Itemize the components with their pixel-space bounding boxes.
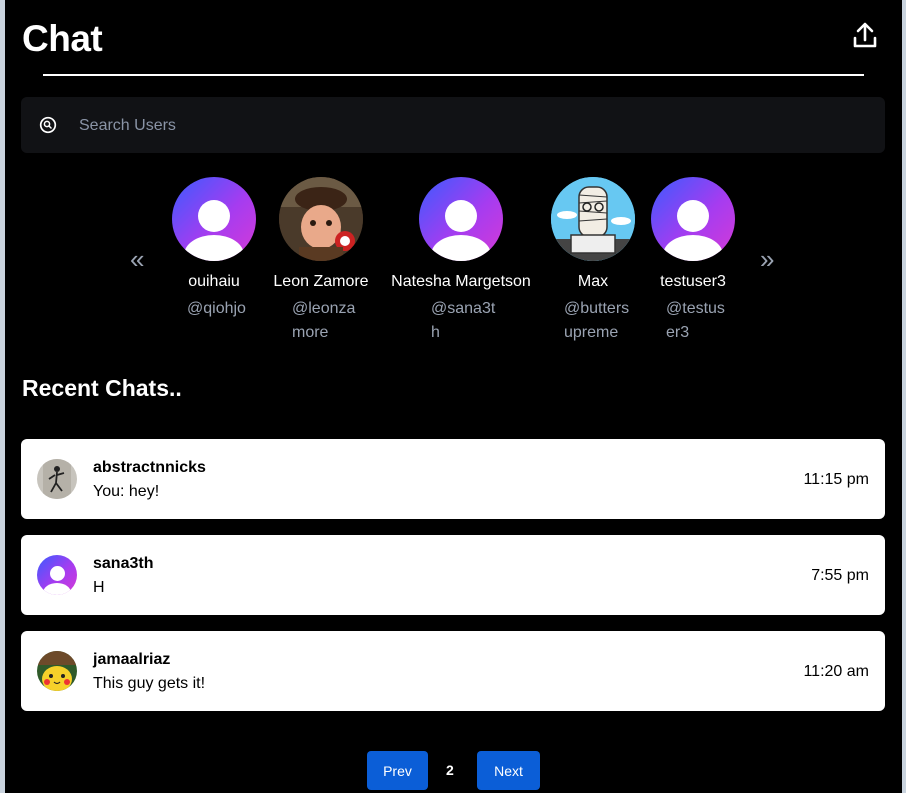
user-card[interactable]: Leon Zamore @leonzamore <box>273 177 369 345</box>
window-edge-right <box>902 0 906 793</box>
window-edge-left <box>0 0 5 793</box>
user-handle: @buttersupreme <box>564 300 630 341</box>
chat-row[interactable]: jamaalriaz This guy gets it! 11:20 am <box>21 631 885 711</box>
user-name: Leon Zamore <box>273 273 369 290</box>
chat-last-message: H <box>93 579 105 596</box>
recent-chats-title: Recent Chats.. <box>22 375 182 401</box>
user-card[interactable]: Max @buttersupreme <box>551 177 635 345</box>
carousel-next-icon[interactable]: » <box>760 246 774 272</box>
search-input[interactable] <box>77 97 861 155</box>
page-title: Chat <box>22 18 103 59</box>
chat-time: 11:20 am <box>803 663 869 680</box>
default-avatar-icon <box>651 177 735 261</box>
user-card[interactable]: testuser3 @testuser3 <box>651 177 735 345</box>
user-name: testuser3 <box>660 273 726 290</box>
user-handle: @leonzamore <box>292 300 356 341</box>
user-name: ouihaiu <box>188 273 240 290</box>
prev-page-button[interactable]: Prev <box>367 751 428 790</box>
chat-last-message: This guy gets it! <box>93 675 206 692</box>
chat-pikachu-avatar <box>37 651 77 691</box>
header: Chat <box>22 16 884 76</box>
search-bar <box>21 97 885 155</box>
user-card[interactable]: Natesha Margetson @sana3th <box>391 177 531 345</box>
upload-icon[interactable] <box>850 20 880 50</box>
user-handle: @qiohjo <box>187 300 246 317</box>
default-avatar-icon <box>37 555 77 595</box>
chat-time: 11:15 pm <box>803 471 869 488</box>
default-avatar-icon <box>172 177 256 261</box>
chat-time: 7:55 pm <box>811 567 869 584</box>
carousel-prev-icon[interactable]: « <box>130 246 144 272</box>
header-divider <box>43 74 864 76</box>
user-photo-avatar <box>279 177 363 261</box>
next-page-button[interactable]: Next <box>477 751 540 790</box>
user-handle: @testuser3 <box>666 300 725 341</box>
user-handle: @sana3th <box>431 300 496 341</box>
user-card[interactable]: ouihaiu @qiohjo <box>172 177 256 321</box>
search-icon <box>39 116 57 134</box>
chat-name: sana3th <box>93 555 154 572</box>
chat-name: jamaalriaz <box>93 651 171 668</box>
chat-name: abstractnnicks <box>93 459 206 476</box>
chat-last-message: You: hey! <box>93 483 160 500</box>
page-number: 2 <box>446 762 454 778</box>
chat-row[interactable]: sana3th H 7:55 pm <box>21 535 885 615</box>
default-avatar-icon <box>419 177 503 261</box>
chat-row[interactable]: abstractnnicks You: hey! 11:15 pm <box>21 439 885 519</box>
user-name: Natesha Margetson <box>391 273 531 290</box>
chat-photo-avatar <box>37 459 77 499</box>
user-cartoon-avatar <box>551 177 635 261</box>
